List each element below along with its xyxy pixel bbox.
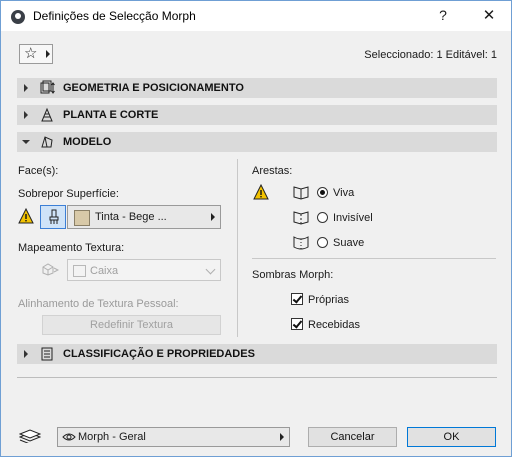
expand-icon (24, 84, 28, 92)
favorites-button[interactable]: ☆ (19, 44, 53, 64)
texture-mapping-label: Mapeamento Textura: (18, 242, 125, 254)
layer-icon[interactable] (19, 427, 41, 443)
texture-mapping-dropdown[interactable]: Caixa (67, 259, 221, 281)
section-label: GEOMETRIA E POSICIONAMENTO (63, 82, 244, 94)
section-floorplan[interactable]: PLANTA E CORTE (17, 105, 497, 125)
warning-icon (18, 208, 34, 224)
model-view-dropdown[interactable]: Morph - Geral (57, 427, 290, 447)
paint-brush-icon (49, 209, 59, 224)
expand-icon (24, 350, 28, 358)
section-model[interactable]: MODELO (17, 132, 497, 152)
dialog-window: Definições de Selecção Morph ? ✕ ☆ Selec… (0, 0, 512, 457)
title-bar: Definições de Selecção Morph ? ✕ (1, 1, 511, 31)
box-icon (73, 265, 86, 277)
shadow-received-label: Recebidas (308, 319, 360, 331)
column-divider (237, 159, 238, 337)
section-label: PLANTA E CORTE (63, 109, 159, 121)
hidden-edge-icon (293, 211, 309, 225)
expand-icon (24, 111, 28, 119)
section-label: CLASSIFICAÇÃO E PROPRIEDADES (63, 348, 255, 360)
model-icon (41, 136, 53, 148)
window-title: Definições de Selecção Morph (33, 9, 196, 23)
right-divider (252, 258, 496, 259)
smooth-edge-icon (293, 236, 309, 250)
arrow-right-icon (280, 433, 284, 441)
section-classification[interactable]: CLASSIFICAÇÃO E PROPRIEDADES (17, 344, 497, 364)
selection-info: Seleccionado: 1 Editável: 1 (364, 49, 497, 61)
archicad-app-icon (11, 10, 25, 24)
texture-cube-icon (42, 263, 59, 276)
surface-dropdown[interactable]: Tinta - Bege ... (67, 205, 221, 229)
texture-mapping-value: Caixa (90, 265, 119, 277)
reset-texture-button[interactable]: Redefinir Textura (42, 315, 221, 335)
floorplan-icon (41, 107, 53, 122)
edges-radio-hidden[interactable] (317, 212, 328, 223)
edges-radio-sharp[interactable] (317, 187, 328, 198)
edges-label: Arestas: (252, 165, 293, 177)
close-button[interactable]: ✕ (478, 6, 500, 26)
star-icon: ☆ (24, 45, 38, 62)
shadow-own-checkbox[interactable] (291, 293, 303, 305)
shadow-received-checkbox[interactable] (291, 318, 303, 330)
surface-swatch (74, 210, 90, 226)
override-surface-label: Sobrepor Superfície: (18, 188, 119, 200)
sharp-edge-icon (293, 186, 309, 200)
arrow-right-icon (211, 213, 215, 221)
geometry-icon (40, 80, 55, 94)
help-button[interactable]: ? (433, 7, 453, 25)
eye-icon (62, 433, 76, 441)
chevron-down-icon (205, 264, 216, 275)
texture-alignment-label: Alinhamento de Textura Pessoal: (18, 298, 179, 310)
section-label: MODELO (63, 136, 112, 148)
ok-button[interactable]: OK (407, 427, 496, 447)
edges-radio-smooth[interactable] (317, 237, 328, 248)
collapse-icon (22, 140, 30, 144)
shadow-own-label: Próprias (308, 294, 349, 306)
footer-divider (17, 377, 497, 378)
classification-icon (41, 347, 53, 361)
override-surface-toggle[interactable] (40, 205, 66, 229)
edges-option-smooth: Suave (333, 237, 365, 249)
surface-value: Tinta - Bege ... (95, 211, 167, 223)
warning-icon (253, 184, 269, 200)
model-view-value: Morph - Geral (78, 431, 146, 443)
edges-option-hidden: Invisível (333, 212, 373, 224)
section-geometry[interactable]: GEOMETRIA E POSICIONAMENTO (17, 78, 497, 98)
arrow-right-icon (46, 50, 50, 58)
shadows-label: Sombras Morph: (252, 269, 334, 281)
faces-label: Face(s): (18, 165, 59, 177)
edges-option-sharp: Viva (333, 187, 355, 199)
cancel-button[interactable]: Cancelar (308, 427, 397, 447)
